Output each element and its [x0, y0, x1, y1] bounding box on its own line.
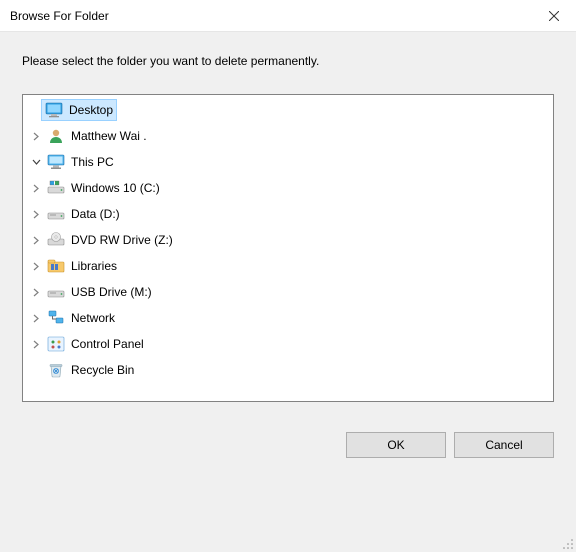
- chevron-down-icon[interactable]: [29, 158, 43, 167]
- this-pc-icon: [47, 153, 65, 171]
- chevron-right-icon[interactable]: [29, 262, 43, 271]
- tree-item-label: Network: [71, 309, 115, 327]
- tree-item[interactable]: Matthew Wai .: [25, 123, 551, 149]
- tree-item-label: Recycle Bin: [71, 361, 134, 379]
- chevron-right-icon[interactable]: [29, 314, 43, 323]
- drive-hdd-icon: [47, 205, 65, 223]
- chevron-right-icon[interactable]: [29, 236, 43, 245]
- tree-item-label: DVD RW Drive (Z:): [71, 231, 173, 249]
- desktop-icon: [45, 101, 63, 119]
- control-panel-icon: [47, 335, 65, 353]
- tree-item-label: Desktop: [69, 101, 113, 119]
- tree-item[interactable]: USB Drive (M:): [25, 279, 551, 305]
- cancel-button[interactable]: Cancel: [454, 432, 554, 458]
- chevron-right-icon[interactable]: [29, 288, 43, 297]
- recycle-bin-icon: [47, 361, 65, 379]
- instruction-text: Please select the folder you want to del…: [22, 54, 554, 68]
- tree-item[interactable]: Recycle Bin: [25, 357, 551, 383]
- tree-item[interactable]: This PC: [25, 149, 551, 175]
- chevron-right-icon[interactable]: [29, 340, 43, 349]
- tree-item-label: Control Panel: [71, 335, 144, 353]
- chevron-right-icon[interactable]: [29, 210, 43, 219]
- drive-usb-icon: [47, 283, 65, 301]
- tree-item-label: Data (D:): [71, 205, 120, 223]
- ok-button[interactable]: OK: [346, 432, 446, 458]
- tree-item[interactable]: Network: [25, 305, 551, 331]
- titlebar: Browse For Folder: [0, 0, 576, 32]
- chevron-right-icon[interactable]: [29, 184, 43, 193]
- close-button[interactable]: [531, 0, 576, 32]
- dialog-content: Please select the folder you want to del…: [0, 32, 576, 416]
- tree-item-label: USB Drive (M:): [71, 283, 152, 301]
- tree-item[interactable]: DVD RW Drive (Z:): [25, 227, 551, 253]
- folder-tree[interactable]: Desktop Matthew Wai . This PC Windows 10 (C…: [22, 94, 554, 402]
- network-icon: [47, 309, 65, 327]
- tree-item[interactable]: Windows 10 (C:): [25, 175, 551, 201]
- tree-item-label: Libraries: [71, 257, 117, 275]
- tree-item-label: Matthew Wai .: [71, 127, 147, 145]
- drive-optical-icon: [47, 231, 65, 249]
- tree-item[interactable]: Control Panel: [25, 331, 551, 357]
- libraries-icon: [47, 257, 65, 275]
- close-icon: [549, 11, 559, 21]
- tree-item-label: This PC: [71, 153, 114, 171]
- chevron-right-icon[interactable]: [29, 132, 43, 141]
- window-title: Browse For Folder: [10, 9, 531, 23]
- tree-item[interactable]: Data (D:): [25, 201, 551, 227]
- button-bar: OK Cancel: [0, 416, 576, 458]
- user-icon: [47, 127, 65, 145]
- drive-os-icon: [47, 179, 65, 197]
- tree-item[interactable]: Libraries: [25, 253, 551, 279]
- tree-item-label: Windows 10 (C:): [71, 179, 160, 197]
- tree-item[interactable]: Desktop: [25, 97, 551, 123]
- resize-grip-icon[interactable]: [560, 536, 574, 550]
